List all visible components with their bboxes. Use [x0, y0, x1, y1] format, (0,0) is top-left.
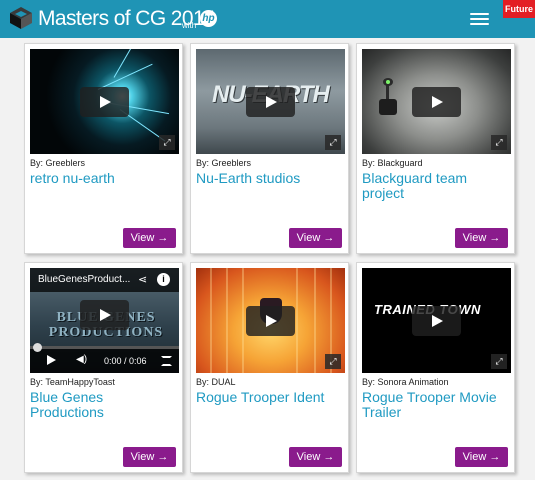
project-card: TRAINED TOWN ⤢ By: Sonora Animation Rogu…	[356, 262, 515, 473]
playback-time: 0:00 / 0:06	[104, 356, 147, 366]
author-byline: By: Blackguard	[362, 158, 423, 168]
sponsor-with-label: with	[182, 21, 197, 30]
play-icon[interactable]	[80, 87, 129, 117]
project-title-link[interactable]: Rogue Trooper Movie Trailer	[362, 390, 512, 420]
info-icon[interactable]: i	[157, 273, 170, 286]
play-icon[interactable]	[412, 87, 461, 117]
play-icon[interactable]	[80, 300, 129, 330]
play-icon[interactable]	[246, 87, 295, 117]
view-button[interactable]: View →	[289, 228, 342, 248]
view-button[interactable]: View →	[455, 228, 508, 248]
author-byline: By: Greeblers	[196, 158, 252, 168]
project-title-link[interactable]: retro nu-earth	[30, 171, 180, 186]
view-button[interactable]: View →	[455, 447, 508, 467]
volume-icon[interactable]: ◀)	[76, 354, 90, 366]
logo-cube-icon[interactable]	[9, 6, 33, 30]
view-button[interactable]: View →	[289, 447, 342, 467]
author-byline: By: TeamHappyToast	[30, 377, 115, 387]
project-title-link[interactable]: Blackguard team project	[362, 171, 512, 201]
fullscreen-icon[interactable]	[161, 356, 172, 366]
expand-icon[interactable]: ⤢	[491, 354, 507, 369]
expand-icon[interactable]: ⤢	[325, 354, 341, 369]
project-title-link[interactable]: Rogue Trooper Ident	[196, 390, 346, 405]
video-thumbnail[interactable]: ⤢	[196, 268, 345, 373]
project-card: BLUE GENES PRODUCTIONS BlueGenesProduct.…	[24, 262, 183, 473]
video-thumbnail[interactable]: TRAINED TOWN ⤢	[362, 268, 511, 373]
hp-logo: hp	[200, 10, 217, 27]
author-byline: By: Greeblers	[30, 158, 86, 168]
video-thumbnail[interactable]: NU-EARTH ⤢	[196, 49, 345, 154]
player-video-title[interactable]: BlueGenesProduct...	[38, 274, 130, 285]
hamburger-menu-icon[interactable]	[470, 11, 489, 27]
project-title-link[interactable]: Blue Genes Productions	[30, 390, 180, 420]
view-button[interactable]: View →	[123, 447, 176, 467]
player-play-icon[interactable]	[47, 355, 56, 365]
site-header: Masters of CG 2014 with hp Future	[0, 0, 535, 38]
author-byline: By: DUAL	[196, 377, 236, 387]
project-card: ⤢ By: DUAL Rogue Trooper Ident View →	[190, 262, 349, 473]
expand-icon[interactable]: ⤢	[325, 135, 341, 150]
view-button[interactable]: View →	[123, 228, 176, 248]
future-badge[interactable]: Future	[503, 0, 535, 18]
project-card: ⤢ By: Greeblers retro nu-earth View →	[24, 43, 183, 254]
play-icon[interactable]	[412, 306, 461, 336]
project-card: NU-EARTH ⤢ By: Greeblers Nu-Earth studio…	[190, 43, 349, 254]
play-icon[interactable]	[246, 306, 295, 336]
robot-figure	[379, 99, 397, 115]
author-byline: By: Sonora Animation	[362, 377, 449, 387]
expand-icon[interactable]: ⤢	[491, 135, 507, 150]
video-thumbnail[interactable]: ⤢	[362, 49, 511, 154]
progress-bar[interactable]	[30, 346, 179, 349]
video-thumbnail[interactable]: ⤢	[30, 49, 179, 154]
project-title-link[interactable]: Nu-Earth studios	[196, 171, 346, 186]
embedded-video-player[interactable]: BLUE GENES PRODUCTIONS BlueGenesProduct.…	[30, 268, 179, 373]
expand-icon[interactable]: ⤢	[159, 135, 175, 150]
share-icon[interactable]: ⋖	[138, 274, 150, 286]
project-card: ⤢ By: Blackguard Blackguard team project…	[356, 43, 515, 254]
scrub-handle[interactable]	[33, 343, 42, 352]
